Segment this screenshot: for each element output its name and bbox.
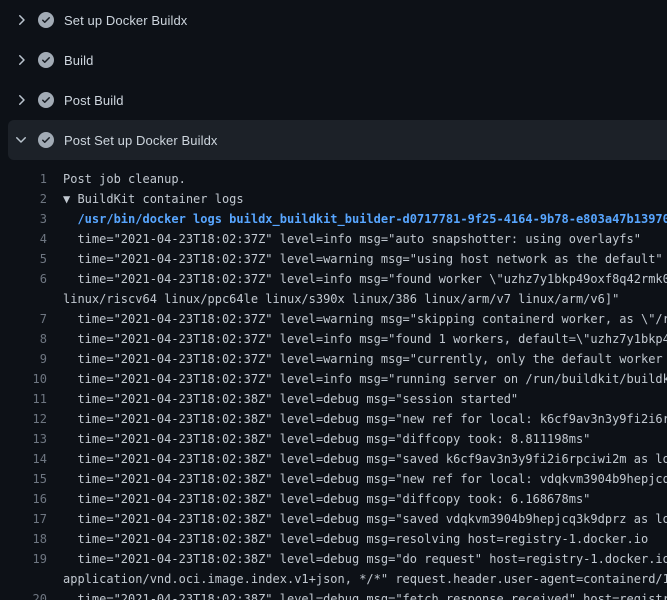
log-line: application/vnd.oci.image.index.v1+json,… (8, 569, 667, 589)
line-text: time="2021-04-23T18:02:37Z" level=warnin… (63, 349, 667, 369)
log-line: 16 time="2021-04-23T18:02:38Z" level=deb… (8, 489, 667, 509)
log-line: linux/riscv64 linux/ppc64le linux/s390x … (8, 289, 667, 309)
line-number[interactable]: 7 (8, 309, 47, 329)
log-line: 1 Post job cleanup. (8, 169, 667, 189)
line-number[interactable]: 8 (8, 329, 47, 349)
step-label: Post Set up Docker Buildx (64, 133, 218, 148)
line-text: linux/riscv64 linux/ppc64le linux/s390x … (63, 289, 619, 309)
line-number[interactable]: 1 (8, 169, 47, 189)
line-number[interactable]: 15 (8, 469, 47, 489)
log-line: 15 time="2021-04-23T18:02:38Z" level=deb… (8, 469, 667, 489)
line-number[interactable]: 20 (8, 589, 47, 600)
step-list: Set up Docker Buildx Build Post Build Post … (0, 0, 667, 160)
line-number[interactable]: 12 (8, 409, 47, 429)
log-line: 19 time="2021-04-23T18:02:38Z" level=deb… (8, 549, 667, 569)
chevron-down-icon[interactable] (13, 132, 29, 148)
log-line: 2 ▼ BuildKit container logs (8, 189, 667, 209)
log-line: 4 time="2021-04-23T18:02:37Z" level=info… (8, 229, 667, 249)
line-number[interactable]: 3 (8, 209, 47, 229)
log-line: 14 time="2021-04-23T18:02:38Z" level=deb… (8, 449, 667, 469)
log-line: 6 time="2021-04-23T18:02:37Z" level=info… (8, 269, 667, 289)
log-line: 18 time="2021-04-23T18:02:38Z" level=deb… (8, 529, 667, 549)
log-line: 11 time="2021-04-23T18:02:38Z" level=deb… (8, 389, 667, 409)
group-toggle[interactable]: ▼ BuildKit container logs (63, 189, 244, 209)
line-number[interactable]: 14 (8, 449, 47, 469)
line-text: time="2021-04-23T18:02:38Z" level=debug … (63, 389, 518, 409)
chevron-right-icon[interactable] (13, 92, 29, 108)
line-text: time="2021-04-23T18:02:38Z" level=debug … (63, 409, 667, 429)
line-number[interactable]: 6 (8, 269, 47, 289)
line-text: time="2021-04-23T18:02:38Z" level=debug … (63, 529, 648, 549)
line-text: time="2021-04-23T18:02:38Z" level=debug … (63, 449, 667, 469)
line-text: time="2021-04-23T18:02:38Z" level=debug … (63, 429, 590, 449)
log-line: 5 time="2021-04-23T18:02:37Z" level=warn… (8, 249, 667, 269)
line-number (8, 289, 47, 309)
log-line: 13 time="2021-04-23T18:02:38Z" level=deb… (8, 429, 667, 449)
line-number[interactable]: 17 (8, 509, 47, 529)
line-number (8, 569, 47, 589)
log-area: 1 Post job cleanup. 2 ▼ BuildKit container … (0, 160, 667, 600)
command-text: /usr/bin/docker logs buildx_buildkit_bui… (63, 209, 667, 229)
log-line: 17 time="2021-04-23T18:02:38Z" level=deb… (8, 509, 667, 529)
log-line: 9 time="2021-04-23T18:02:37Z" level=warn… (8, 349, 667, 369)
actions-log-viewer: Set up Docker Buildx Build Post Build Post … (0, 0, 667, 600)
line-number[interactable]: 18 (8, 529, 47, 549)
line-text: time="2021-04-23T18:02:37Z" level=info m… (63, 329, 667, 349)
line-text: time="2021-04-23T18:02:38Z" level=debug … (63, 589, 667, 600)
line-text: application/vnd.oci.image.index.v1+json,… (63, 569, 667, 589)
chevron-right-icon[interactable] (13, 52, 29, 68)
line-text: time="2021-04-23T18:02:37Z" level=info m… (63, 269, 667, 289)
line-text: time="2021-04-23T18:02:37Z" level=warnin… (63, 249, 663, 269)
log-line: 12 time="2021-04-23T18:02:38Z" level=deb… (8, 409, 667, 429)
line-text: time="2021-04-23T18:02:37Z" level=info m… (63, 369, 667, 389)
step-label: Post Build (64, 93, 124, 108)
log-line: 3 /usr/bin/docker logs buildx_buildkit_b… (8, 209, 667, 229)
line-number[interactable]: 5 (8, 249, 47, 269)
step-label: Build (64, 53, 93, 68)
line-number[interactable]: 4 (8, 229, 47, 249)
line-number[interactable]: 9 (8, 349, 47, 369)
step-row-build[interactable]: Build (0, 40, 667, 80)
check-circle-icon (38, 132, 54, 148)
log-lines: 1 Post job cleanup. 2 ▼ BuildKit container … (8, 169, 667, 600)
log-line: 10 time="2021-04-23T18:02:37Z" level=inf… (8, 369, 667, 389)
log-line: 20 time="2021-04-23T18:02:38Z" level=deb… (8, 589, 667, 600)
line-text: time="2021-04-23T18:02:38Z" level=debug … (63, 489, 590, 509)
log-line: 8 time="2021-04-23T18:02:37Z" level=info… (8, 329, 667, 349)
line-text: time="2021-04-23T18:02:37Z" level=info m… (63, 229, 641, 249)
line-number[interactable]: 13 (8, 429, 47, 449)
check-circle-icon (38, 52, 54, 68)
line-number[interactable]: 19 (8, 549, 47, 569)
line-text: Post job cleanup. (63, 169, 186, 189)
check-circle-icon (38, 92, 54, 108)
line-text: time="2021-04-23T18:02:38Z" level=debug … (63, 509, 667, 529)
log-line: 7 time="2021-04-23T18:02:37Z" level=warn… (8, 309, 667, 329)
line-text: time="2021-04-23T18:02:38Z" level=debug … (63, 549, 667, 569)
chevron-right-icon[interactable] (13, 12, 29, 28)
line-number[interactable]: 16 (8, 489, 47, 509)
line-number[interactable]: 11 (8, 389, 47, 409)
step-row-post-build[interactable]: Post Build (0, 80, 667, 120)
step-row-set-up-docker-buildx[interactable]: Set up Docker Buildx (0, 0, 667, 40)
check-circle-icon (38, 12, 54, 28)
line-number[interactable]: 10 (8, 369, 47, 389)
line-text: time="2021-04-23T18:02:38Z" level=debug … (63, 469, 667, 489)
line-text: time="2021-04-23T18:02:37Z" level=warnin… (63, 309, 667, 329)
step-row-post-set-up-docker-buildx[interactable]: Post Set up Docker Buildx (8, 120, 667, 160)
step-label: Set up Docker Buildx (64, 13, 187, 28)
line-number[interactable]: 2 (8, 189, 47, 209)
